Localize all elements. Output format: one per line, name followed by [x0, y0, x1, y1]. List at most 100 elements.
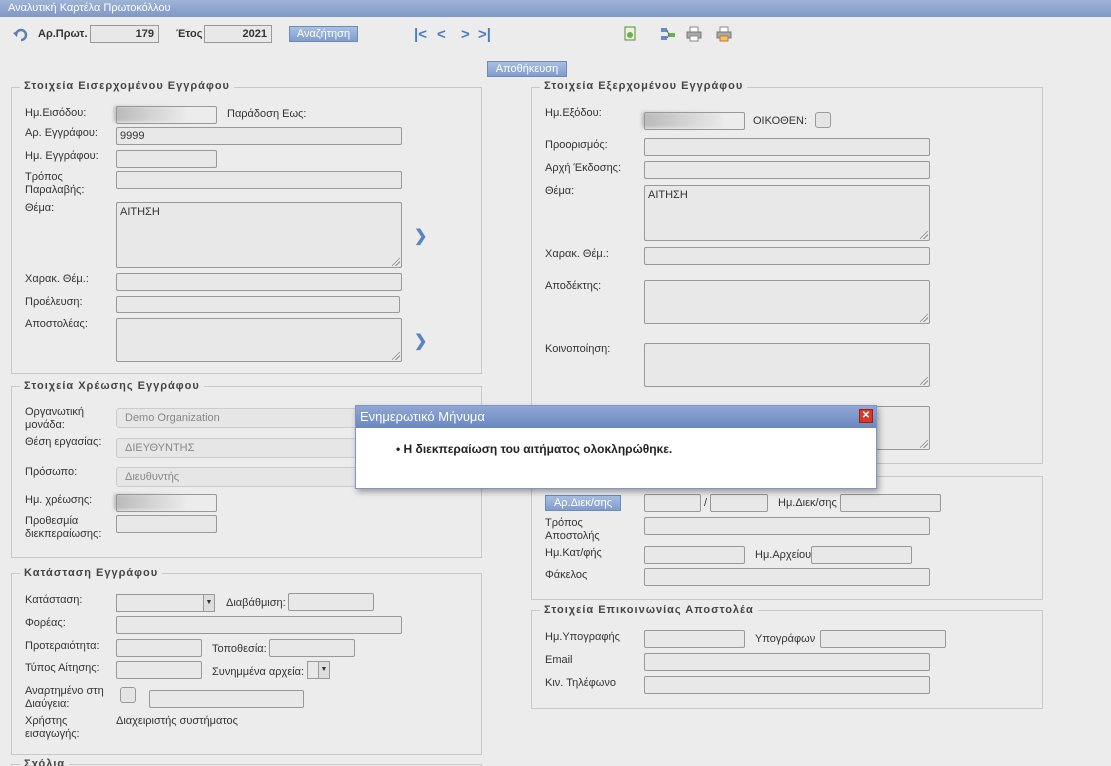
back-icon[interactable]	[13, 26, 29, 42]
ar-prot-input[interactable]: 179	[90, 25, 159, 43]
folder-input[interactable]	[644, 568, 930, 586]
ar-prot-label: Αρ.Πρωτ.	[38, 28, 88, 40]
sender-textarea[interactable]	[116, 318, 402, 362]
nav-next-icon[interactable]: >	[461, 26, 470, 43]
year-input[interactable]: 2021	[204, 25, 272, 43]
signature-date-label: Ημ.Υπογραφής	[545, 631, 620, 643]
subject-text: ΑΙΤΗΣΗ	[120, 206, 160, 218]
subject-expand-icon[interactable]: ❯	[414, 226, 427, 246]
signature-date-input[interactable]	[644, 630, 745, 648]
doc-date-input[interactable]	[116, 150, 217, 168]
sender-label: Αποστολέας:	[25, 318, 88, 330]
year-label: Έτος	[176, 28, 203, 40]
document-icon[interactable]	[622, 26, 638, 42]
out-subject-label: Θέμα:	[545, 185, 575, 197]
doc-date-label: Ημ. Εγγράφου:	[25, 150, 99, 162]
recipient-textarea[interactable]	[644, 280, 930, 324]
email-label: Email	[545, 654, 573, 666]
email-input[interactable]	[644, 653, 930, 671]
search-button[interactable]: Αναζήτηση	[289, 26, 358, 42]
chevron-down-icon: ▼	[318, 662, 329, 678]
send-mode-input[interactable]	[644, 517, 930, 535]
nav-prev-icon[interactable]: <	[437, 26, 446, 43]
input-user-value: Διαχειριστής συστήματος	[116, 715, 238, 727]
attachments-label: Συνημμένα αρχεία:	[212, 666, 305, 678]
print-icon[interactable]	[686, 26, 702, 42]
org-unit-select[interactable]: Demo Organization	[116, 408, 376, 428]
state-label: Κατάσταση:	[25, 594, 83, 606]
folder-label: Φάκελος	[545, 569, 588, 581]
posted-checkbox[interactable]	[120, 687, 136, 703]
dialog-title: Ενημερωτικό Μήνυμα	[360, 409, 485, 424]
kat-date-input[interactable]	[644, 546, 745, 564]
incoming-legend: Στοιχεία Εισερχομένου Εγγράφου	[20, 80, 234, 92]
close-icon[interactable]: ✕	[859, 409, 873, 423]
tree-icon[interactable]	[660, 26, 676, 42]
location-input[interactable]	[269, 639, 355, 657]
charge-legend: Στοιχεία Χρέωσης Εγγράφου	[20, 380, 204, 392]
out-subject-char-input[interactable]	[644, 247, 930, 265]
diek-date-input[interactable]	[840, 494, 941, 512]
position-select[interactable]: ΔΙΕΥΘΥΝΤΗΣ	[116, 438, 376, 458]
notification-label: Κοινοποίηση:	[545, 343, 611, 355]
grading-input[interactable]	[288, 593, 374, 611]
nav-first-icon[interactable]: |<	[414, 26, 427, 43]
recipient-label: Αποδέκτης:	[545, 280, 602, 292]
notification-textarea[interactable]	[644, 343, 930, 387]
self-checkbox[interactable]	[815, 112, 831, 128]
request-type-input[interactable]	[116, 661, 202, 679]
body-input[interactable]	[116, 616, 402, 634]
charge-date-input[interactable]	[116, 494, 217, 512]
ar-diek-button[interactable]: Αρ.Διεκ/σης	[545, 495, 621, 511]
signers-input[interactable]	[820, 630, 946, 648]
origin-label: Προέλευση:	[25, 296, 83, 308]
receipt-mode-input[interactable]	[116, 171, 402, 189]
sender-expand-icon[interactable]: ❯	[414, 331, 427, 351]
entry-date-input[interactable]	[116, 106, 217, 124]
person-select[interactable]: Διευθυντής	[116, 467, 376, 487]
mobile-label: Κιν. Τηλέφωνο	[545, 677, 616, 689]
handover-until-label: Παράδοση Εως:	[227, 108, 307, 120]
archive-date-input[interactable]	[811, 546, 912, 564]
info-dialog: Ενημερωτικό Μήνυμα ✕ • Η διεκπεραίωση το…	[355, 405, 877, 489]
receipt-mode-label: Τρόπος Παραλαβής:	[25, 171, 85, 196]
attachments-select[interactable]: ▼	[307, 661, 330, 679]
deadline-label: Προθεσμία διεκπεραίωσης:	[25, 515, 102, 540]
chevron-down-icon: ▼	[203, 595, 214, 611]
deadline-input[interactable]	[116, 515, 217, 533]
doc-number-label: Αρ. Εγγράφου:	[25, 127, 98, 139]
priority-input[interactable]	[116, 639, 202, 657]
diek-date-label: Ημ.Διεκ/σης	[778, 497, 837, 509]
dialog-message: Η διεκπεραίωση του αιτήματος ολοκληρώθηκ…	[403, 442, 673, 456]
archive-date-label: Ημ.Αρχείου	[755, 549, 812, 561]
window-title: Αναλυτική Καρτέλα Πρωτοκόλλου	[0, 0, 1111, 17]
dialog-body: • Η διεκπεραίωση του αιτήματος ολοκληρώθ…	[396, 442, 673, 456]
issuing-auth-label: Αρχή Έκδοσης:	[545, 162, 622, 174]
subject-char-input[interactable]	[116, 273, 402, 291]
exit-date-input[interactable]	[644, 112, 745, 130]
contact-legend: Στοιχεία Επικοινωνίας Αποστολέα	[540, 604, 758, 616]
destination-input[interactable]	[644, 138, 930, 156]
doc-number-input[interactable]: 9999	[116, 127, 402, 145]
request-type-label: Τύπος Αίτησης:	[25, 662, 100, 674]
posted-input[interactable]	[149, 690, 304, 708]
diek-slash: /	[704, 497, 708, 509]
issuing-auth-input[interactable]	[644, 161, 930, 179]
input-user-label: Χρήστης εισαγωγής:	[25, 715, 80, 740]
priority-label: Προτεραιότητα:	[25, 640, 100, 652]
self-label: ΟΙΚΟΘΕΝ:	[753, 115, 808, 127]
state-select[interactable]: ▼	[116, 594, 215, 612]
mobile-input[interactable]	[644, 676, 930, 694]
save-button[interactable]: Αποθήκευση	[487, 61, 567, 77]
out-subject-textarea[interactable]: ΑΙΤΗΣΗ	[644, 185, 930, 241]
nav-last-icon[interactable]: >|	[478, 26, 491, 43]
destination-label: Προορισμός:	[545, 139, 608, 151]
print-preview-icon[interactable]	[716, 26, 732, 42]
origin-input[interactable]	[116, 296, 400, 313]
diek-year-input[interactable]	[710, 494, 768, 512]
location-label: Τοποθεσία:	[212, 643, 267, 655]
diek-number-input[interactable]	[644, 494, 701, 512]
subject-textarea[interactable]: ΑΙΤΗΣΗ	[116, 202, 402, 268]
out-subject-text: ΑΙΤΗΣΗ	[648, 189, 688, 201]
exit-date-label: Ημ.Εξόδου:	[545, 107, 602, 119]
